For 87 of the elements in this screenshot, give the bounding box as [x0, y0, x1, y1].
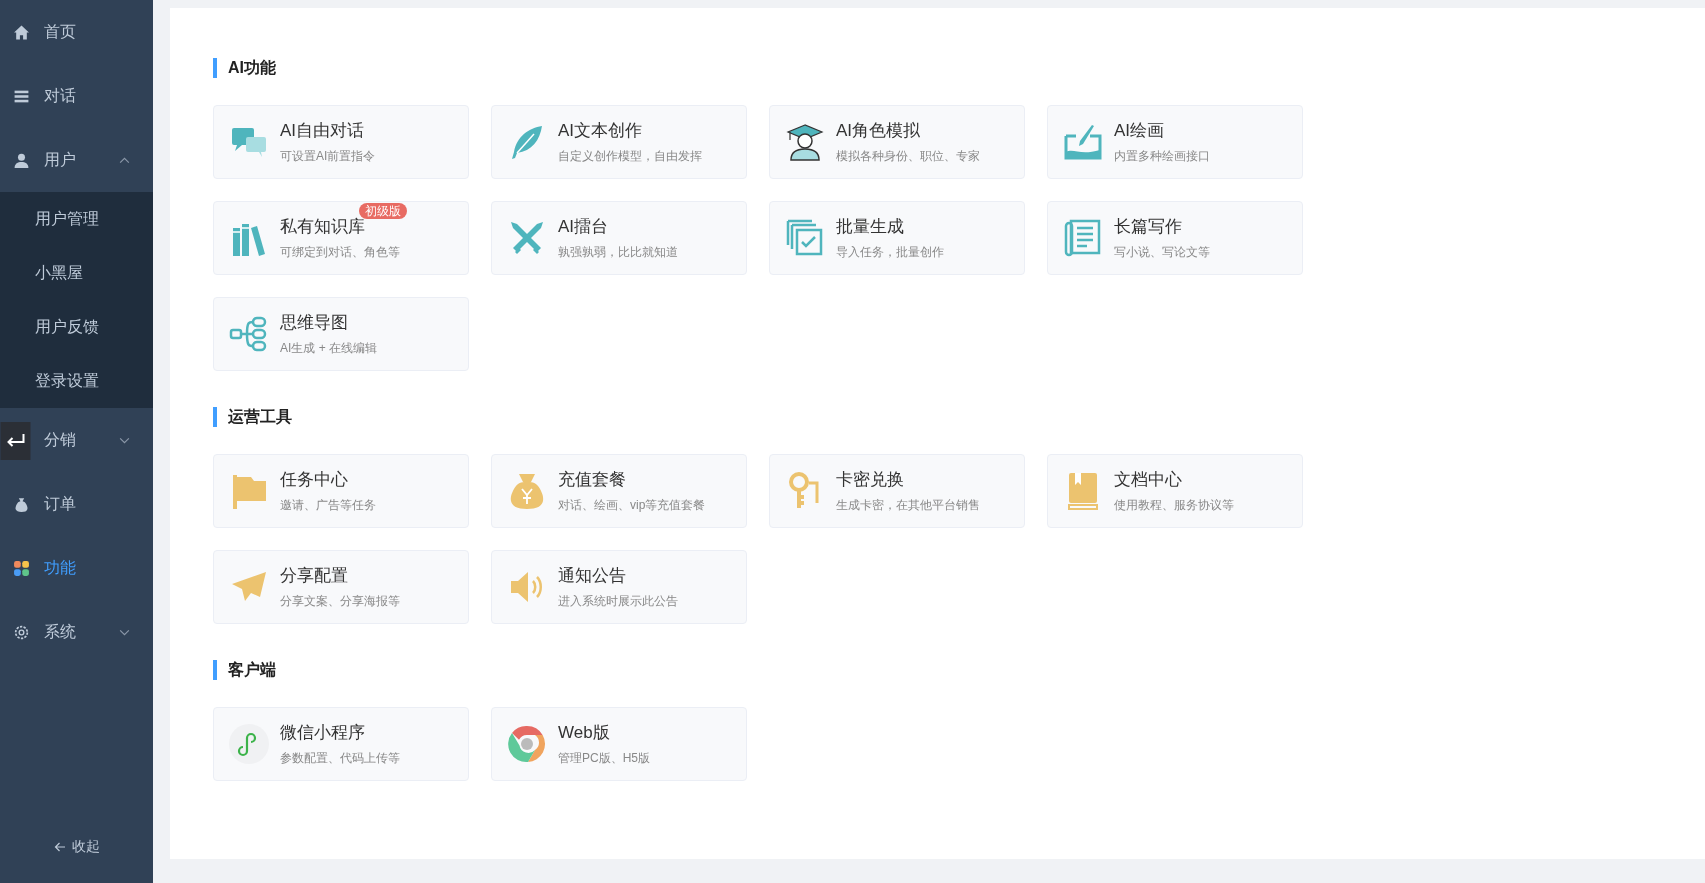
- card-title: 批量生成: [836, 216, 904, 238]
- card-title: 任务中心: [280, 469, 348, 491]
- sidebar-subitem[interactable]: 小黑屋: [0, 246, 153, 300]
- sidebar-item[interactable]: 对话: [0, 64, 153, 128]
- collapse-button[interactable]: 收起: [0, 825, 153, 869]
- sidebar-item[interactable]: 首页: [0, 0, 153, 64]
- sidebar-item[interactable]: 分销: [0, 408, 153, 472]
- sidebar-subitem[interactable]: 用户反馈: [0, 300, 153, 354]
- feature-card[interactable]: AI文本创作 自定义创作模型，自由发挥: [491, 105, 747, 179]
- money-bag-icon: [13, 495, 30, 513]
- sidebar-label: 系统: [44, 621, 76, 642]
- card-title: Web版: [558, 722, 610, 744]
- sidebar-label: 对话: [44, 85, 76, 106]
- sidebar-item[interactable]: 订单: [0, 472, 153, 536]
- link-loop-icon: [229, 724, 269, 764]
- home-icon: [13, 23, 30, 41]
- feature-card[interactable]: 批量生成 导入任务，批量创作: [769, 201, 1025, 275]
- card-description: 管理PC版、H5版: [558, 750, 650, 767]
- feature-card[interactable]: AI擂台 孰强孰弱，比比就知道: [491, 201, 747, 275]
- card-title: 私有知识库: [280, 217, 365, 238]
- sidebar-item[interactable]: 用户: [0, 128, 153, 192]
- section-title: 客户端: [213, 660, 1665, 680]
- feature-card[interactable]: 充值套餐 对话、绘画、vip等充值套餐: [491, 454, 747, 528]
- feature-card[interactable]: 卡密兑换 生成卡密，在其他平台销售: [769, 454, 1025, 528]
- card-title: 分享配置: [280, 565, 348, 587]
- card-description: 导入任务，批量创作: [836, 244, 944, 261]
- card-description: AI生成 + 在线编辑: [280, 340, 377, 357]
- stacked-pages-icon: [785, 218, 825, 258]
- feature-card[interactable]: 思维导图 AI生成 + 在线编辑: [213, 297, 469, 371]
- card-title: 通知公告: [558, 565, 626, 587]
- sidebar-item[interactable]: 功能: [0, 536, 153, 600]
- feature-card[interactable]: 私有知识库 初级版 可绑定到对话、角色等: [213, 201, 469, 275]
- feature-card[interactable]: Web版 管理PC版、H5版: [491, 707, 747, 781]
- card-description: 内置多种绘画接口: [1114, 148, 1210, 165]
- level-badge: 初级版: [359, 203, 407, 219]
- card-title: AI自由对话: [280, 120, 365, 142]
- sidebar-label: 用户: [44, 149, 76, 170]
- feature-card[interactable]: 分享配置 分享文案、分享海报等: [213, 550, 469, 624]
- feature-card[interactable]: 长篇写作 写小说、写论文等: [1047, 201, 1303, 275]
- feature-card[interactable]: AI绘画 内置多种绘画接口: [1047, 105, 1303, 179]
- card-description: 邀请、广告等任务: [280, 497, 376, 514]
- section-title: 运营工具: [213, 407, 1665, 427]
- card-title: 长篇写作: [1114, 216, 1182, 238]
- feature-card[interactable]: 文档中心 使用教程、服务协议等: [1047, 454, 1303, 528]
- paint-brush-icon: [1063, 122, 1103, 162]
- left-arrow-icon: [53, 841, 66, 853]
- sidebar-label: 功能: [44, 557, 76, 578]
- feature-card[interactable]: AI自由对话 可设置AI前置指令: [213, 105, 469, 179]
- card-description: 孰强孰弱，比比就知道: [558, 244, 678, 261]
- card-title: AI角色模拟: [836, 120, 921, 142]
- sidebar-label: 首页: [44, 21, 76, 42]
- apps-icon: [13, 559, 30, 577]
- card-title: 文档中心: [1114, 469, 1182, 491]
- graduate-icon: [785, 122, 825, 162]
- feature-card[interactable]: 任务中心 邀请、广告等任务: [213, 454, 469, 528]
- card-description: 生成卡密，在其他平台销售: [836, 497, 980, 514]
- card-description: 对话、绘画、vip等充值套餐: [558, 497, 706, 514]
- mind-map-icon: [229, 314, 269, 354]
- sidebar-subitem[interactable]: 用户管理: [0, 192, 153, 246]
- card-title: 微信小程序: [280, 722, 365, 744]
- card-description: 进入系统时展示此公告: [558, 593, 678, 610]
- card-description: 参数配置、代码上传等: [280, 750, 400, 767]
- card-title: AI文本创作: [558, 120, 643, 142]
- card-title: 充值套餐: [558, 469, 626, 491]
- feature-card[interactable]: 微信小程序 参数配置、代码上传等: [213, 707, 469, 781]
- card-title: AI绘画: [1114, 120, 1165, 142]
- card-title: 卡密兑换: [836, 469, 904, 491]
- card-description: 模拟各种身份、职位、专家: [836, 148, 980, 165]
- card-title: 思维导图: [280, 312, 348, 334]
- card-description: 可设置AI前置指令: [280, 148, 376, 165]
- card-description: 自定义创作模型，自由发挥: [558, 148, 702, 165]
- section-title: AI功能: [213, 58, 1665, 78]
- card-description: 可绑定到对话、角色等: [280, 244, 401, 261]
- feature-card[interactable]: 通知公告 进入系统时展示此公告: [491, 550, 747, 624]
- card-description: 使用教程、服务协议等: [1114, 497, 1234, 514]
- sidebar-subitem[interactable]: 登录设置: [0, 354, 153, 408]
- card-description: 分享文案、分享海报等: [280, 593, 400, 610]
- sidebar-item[interactable]: 系统: [0, 600, 153, 664]
- card-title: AI擂台: [558, 216, 609, 238]
- user-icon: [13, 151, 30, 169]
- settings-icon: [13, 623, 30, 641]
- card-description: 写小说、写论文等: [1114, 244, 1210, 261]
- sidebar-label: 分销: [44, 429, 76, 450]
- feature-card[interactable]: AI角色模拟 模拟各种身份、职位、专家: [769, 105, 1025, 179]
- sidebar-label: 订单: [44, 493, 76, 514]
- scroll-document-icon: [1063, 218, 1103, 258]
- browser-logo-icon: [507, 724, 547, 764]
